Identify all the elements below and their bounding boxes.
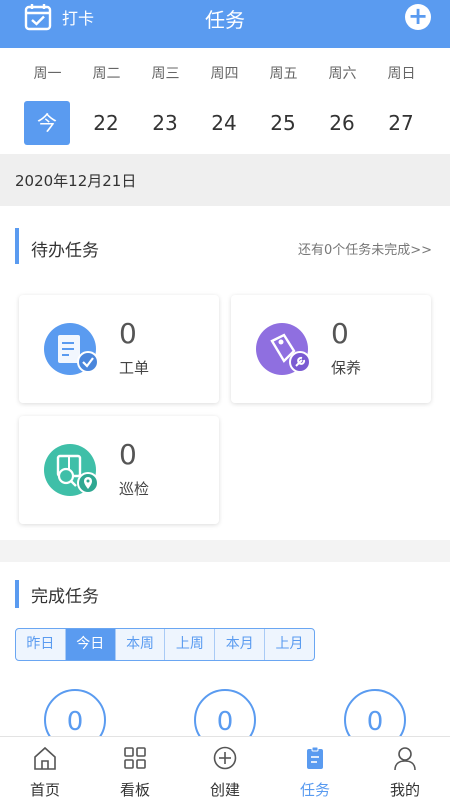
home-icon — [34, 746, 56, 770]
bottom-tab-bar: 首页 看板 创建 任务 我的 — [0, 736, 450, 800]
tab-create[interactable]: 创建 — [180, 737, 270, 800]
plus-icon: + — [407, 2, 429, 30]
create-icon — [213, 746, 237, 770]
today-date-button[interactable]: 今 — [24, 101, 70, 145]
pending-more-link[interactable]: 还有0个任务未完成>> — [298, 239, 432, 258]
pending-title: 待办任务 — [31, 241, 99, 261]
add-button[interactable]: + — [405, 4, 431, 30]
range-selector: 昨日 今日 本周 上周 本月 上月 — [15, 628, 315, 661]
maintenance-label: 保养 — [331, 359, 362, 377]
range-today[interactable]: 今日 — [65, 629, 116, 660]
weekday-label: 周六 — [328, 66, 357, 82]
date-button[interactable]: 27 — [378, 101, 424, 145]
maintenance-count: 0 — [331, 317, 349, 350]
section-marker — [15, 580, 19, 608]
page-title: 任务 — [205, 8, 245, 32]
tab-profile[interactable]: 我的 — [360, 737, 450, 800]
date-button[interactable]: 22 — [83, 101, 129, 145]
inspection-count: 0 — [119, 438, 137, 471]
weekday-label: 周一 — [33, 66, 62, 82]
week-calendar: 周一今 周二 22 周三 23 周四 24 周五 25 周六 26 周日 27 — [0, 48, 450, 154]
range-this-month[interactable]: 本月 — [215, 629, 266, 660]
section-marker — [15, 228, 19, 264]
completed-title: 完成任务 — [31, 587, 99, 607]
weekday-label: 周二 — [92, 66, 121, 82]
tab-home-label: 首页 — [29, 781, 60, 799]
tab-task-label: 任务 — [299, 781, 330, 799]
tab-task[interactable]: 任务 — [270, 737, 360, 800]
tab-create-label: 创建 — [209, 781, 240, 799]
maintenance-card[interactable]: 0 保养 — [231, 295, 431, 403]
weekday-label: 周日 — [387, 66, 416, 82]
inspection-icon — [44, 444, 99, 496]
work-order-count: 0 — [119, 317, 137, 350]
work-order-label: 工单 — [119, 359, 150, 377]
work-order-card[interactable]: 0 工单 — [19, 295, 219, 403]
date-button[interactable]: 26 — [319, 101, 365, 145]
task-icon — [307, 746, 323, 769]
pending-header: 待办任务 还有0个任务未完成>> — [15, 226, 435, 264]
inspection-card[interactable]: 0 巡检 — [19, 416, 219, 524]
range-this-week[interactable]: 本周 — [116, 629, 166, 660]
tab-profile-label: 我的 — [389, 781, 420, 799]
maintenance-icon — [256, 323, 311, 375]
top-bar: 打卡 任务 + — [0, 0, 450, 48]
pending-section: 待办任务 还有0个任务未完成>> 0 工单 0 保养 0 巡检 — [0, 206, 450, 540]
completed-section: 完成任务 昨日 今日 本周 上周 本月 上月 0 0 0 — [0, 562, 450, 751]
date-bar: 2020年12月21日 — [0, 154, 450, 206]
range-last-month[interactable]: 上月 — [265, 629, 314, 660]
current-date: 2020年12月21日 — [15, 172, 137, 190]
range-yesterday[interactable]: 昨日 — [16, 629, 66, 660]
dashboard-icon — [124, 747, 146, 769]
weekday-label: 周四 — [210, 66, 239, 82]
work-order-icon — [44, 323, 99, 375]
range-last-week[interactable]: 上周 — [165, 629, 216, 660]
tab-home[interactable]: 首页 — [0, 737, 90, 800]
profile-icon — [394, 747, 416, 771]
weekday-label: 周五 — [269, 66, 298, 82]
date-button[interactable]: 24 — [201, 101, 247, 145]
tab-dashboard[interactable]: 看板 — [90, 737, 180, 800]
inspection-label: 巡检 — [119, 480, 150, 498]
tab-dashboard-label: 看板 — [119, 781, 150, 799]
date-button[interactable]: 23 — [142, 101, 188, 145]
completed-header: 完成任务 — [15, 578, 435, 608]
date-button[interactable]: 25 — [260, 101, 306, 145]
weekday-label: 周三 — [151, 66, 180, 82]
